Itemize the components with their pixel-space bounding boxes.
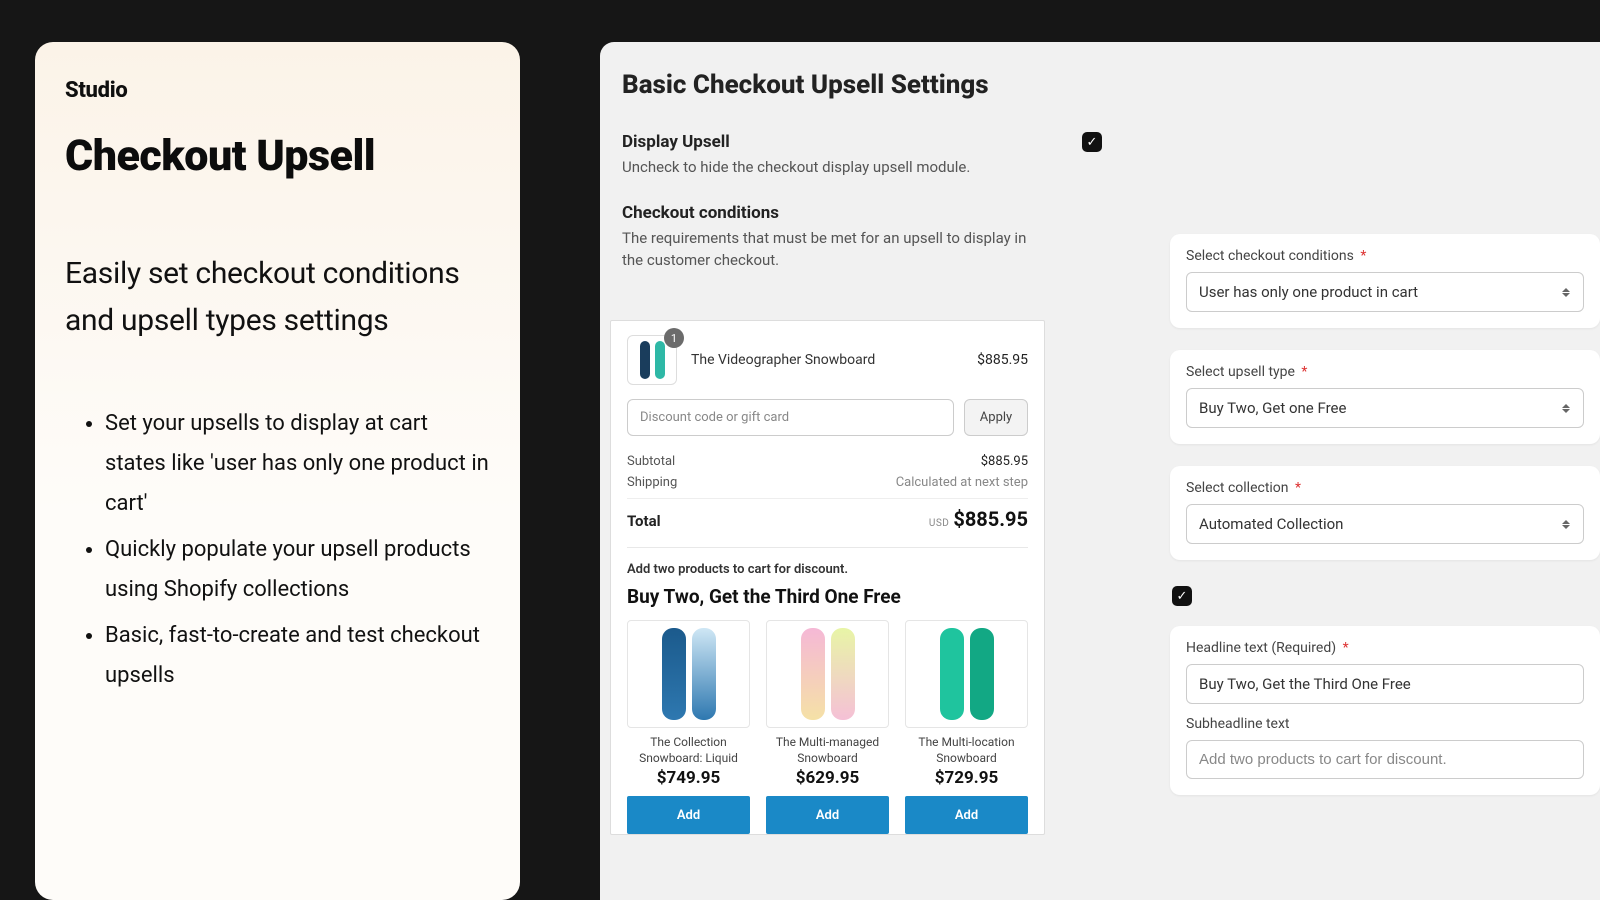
upsell-card: The Collection Snowboard: Liquid $749.95…	[627, 620, 750, 834]
upsell-name: The Collection Snowboard: Liquid	[627, 734, 750, 766]
upsell-type-form-card: Select upsell type * Buy Two, Get one Fr…	[1170, 350, 1600, 444]
hero-card: Studio Checkout Upsell Easily set checko…	[35, 42, 520, 900]
add-button[interactable]: Add	[766, 796, 889, 834]
cart-item-row: 1 The Videographer Snowboard $885.95	[627, 335, 1028, 385]
collection-select-label: Select collection *	[1186, 480, 1584, 496]
headline-input[interactable]: Buy Two, Get the Third One Free	[1186, 664, 1584, 704]
upsell-type-select-label: Select upsell type *	[1186, 364, 1584, 380]
conditions-select-label: Select checkout conditions *	[1186, 248, 1584, 264]
hero-title: Checkout Upsell	[65, 131, 490, 181]
total-label: Total	[627, 512, 661, 530]
upsell-price: $729.95	[905, 768, 1028, 788]
collection-select-value: Automated Collection	[1199, 515, 1343, 533]
conditions-form-card: Select checkout conditions * User has on…	[1170, 234, 1600, 328]
product-thumbnail: 1	[627, 335, 677, 385]
conditions-select-value: User has only one product in cart	[1199, 283, 1418, 301]
settings-panel: Basic Checkout Upsell Settings Display U…	[600, 42, 1600, 900]
conditions-label: Checkout conditions	[622, 203, 1042, 223]
qty-badge: 1	[664, 328, 684, 348]
add-button[interactable]: Add	[627, 796, 750, 834]
hero-bullet: Set your upsells to display at cart stat…	[105, 404, 490, 524]
upsell-type-select-value: Buy Two, Get one Free	[1199, 399, 1346, 417]
display-upsell-help: Uncheck to hide the checkout display ups…	[622, 156, 1042, 179]
display-upsell-label: Display Upsell	[622, 132, 1042, 152]
subtotal-label: Subtotal	[627, 454, 675, 469]
hero-subtitle: Easily set checkout conditions and upsel…	[65, 251, 490, 344]
shipping-value: Calculated at next step	[896, 475, 1028, 490]
extra-checkbox[interactable]: ✓	[1172, 586, 1192, 606]
apply-button[interactable]: Apply	[964, 399, 1028, 436]
checkout-preview: 1 The Videographer Snowboard $885.95 Dis…	[610, 320, 1045, 835]
chevron-updown-icon	[1561, 401, 1571, 415]
hero-bullet: Basic, fast-to-create and test checkout …	[105, 616, 490, 696]
upsell-card: The Multi-location Snowboard $729.95 Add	[905, 620, 1028, 834]
hero-bullet: Quickly populate your upsell products us…	[105, 530, 490, 610]
upsell-image	[766, 620, 889, 728]
upsell-image	[627, 620, 750, 728]
subheadline-input-label: Subheadline text	[1186, 716, 1584, 732]
upsell-type-select[interactable]: Buy Two, Get one Free	[1186, 388, 1584, 428]
hero-bullets: Set your upsells to display at cart stat…	[65, 404, 490, 696]
cart-item-price: $885.95	[977, 352, 1028, 368]
headline-form-card: Headline text (Required) * Buy Two, Get …	[1170, 626, 1600, 795]
upsell-name: The Multi-location Snowboard	[905, 734, 1028, 766]
upsell-image	[905, 620, 1028, 728]
headline-input-label: Headline text (Required) *	[1186, 640, 1584, 656]
headline-input-value: Buy Two, Get the Third One Free	[1199, 675, 1411, 693]
add-button[interactable]: Add	[905, 796, 1028, 834]
forms-column: Select checkout conditions * User has on…	[1170, 234, 1600, 817]
upsell-name: The Multi-managed Snowboard	[766, 734, 889, 766]
collection-form-card: Select collection * Automated Collection	[1170, 466, 1600, 560]
discount-input[interactable]: Discount code or gift card	[627, 399, 954, 436]
upsell-hint: Add two products to cart for discount.	[627, 562, 1028, 577]
cart-item-name: The Videographer Snowboard	[691, 352, 963, 368]
upsell-grid: The Collection Snowboard: Liquid $749.95…	[627, 620, 1028, 834]
upsell-price: $749.95	[627, 768, 750, 788]
chevron-updown-icon	[1561, 285, 1571, 299]
display-upsell-row: Display Upsell Uncheck to hide the check…	[622, 132, 1600, 179]
brand-label: Studio	[65, 78, 490, 103]
subtotal-value: $885.95	[981, 454, 1028, 469]
display-upsell-checkbox[interactable]: ✓	[1082, 132, 1102, 152]
upsell-price: $629.95	[766, 768, 889, 788]
subheadline-input[interactable]	[1186, 740, 1584, 779]
collection-select[interactable]: Automated Collection	[1186, 504, 1584, 544]
conditions-select[interactable]: User has only one product in cart	[1186, 272, 1584, 312]
upsell-headline: Buy Two, Get the Third One Free	[627, 585, 1028, 608]
total-value: $885.95	[953, 507, 1028, 531]
chevron-updown-icon	[1561, 517, 1571, 531]
settings-title: Basic Checkout Upsell Settings	[622, 70, 1600, 100]
total-currency: USD	[929, 518, 949, 529]
conditions-help: The requirements that must be met for an…	[622, 227, 1042, 272]
shipping-label: Shipping	[627, 475, 677, 490]
upsell-card: The Multi-managed Snowboard $629.95 Add	[766, 620, 889, 834]
